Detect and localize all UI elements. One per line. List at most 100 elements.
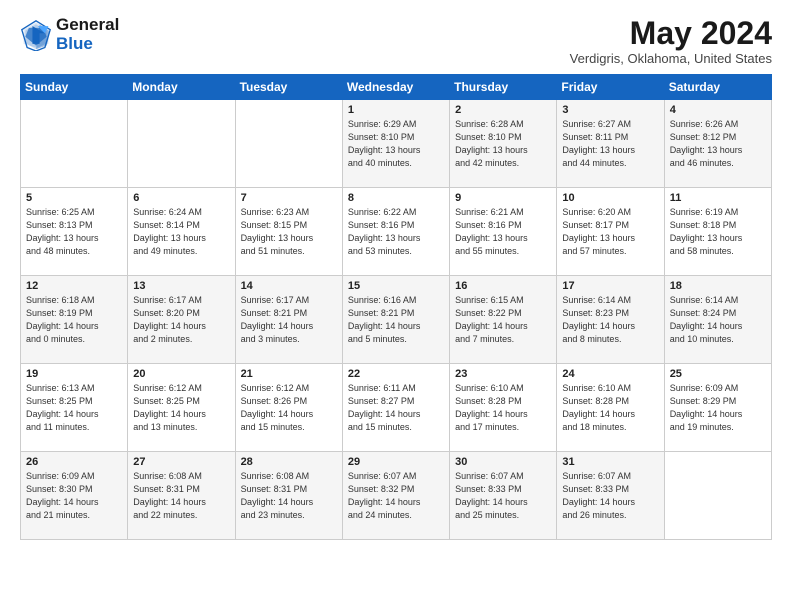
day-info: Sunrise: 6:25 AM Sunset: 8:13 PM Dayligh… bbox=[26, 206, 122, 258]
table-row: 27Sunrise: 6:08 AM Sunset: 8:31 PM Dayli… bbox=[128, 452, 235, 540]
table-row: 22Sunrise: 6:11 AM Sunset: 8:27 PM Dayli… bbox=[342, 364, 449, 452]
day-number: 5 bbox=[26, 192, 122, 204]
day-info: Sunrise: 6:13 AM Sunset: 8:25 PM Dayligh… bbox=[26, 382, 122, 434]
day-number: 31 bbox=[562, 456, 658, 468]
day-info: Sunrise: 6:07 AM Sunset: 8:33 PM Dayligh… bbox=[455, 470, 551, 522]
day-number: 7 bbox=[241, 192, 337, 204]
day-info: Sunrise: 6:22 AM Sunset: 8:16 PM Dayligh… bbox=[348, 206, 444, 258]
day-info: Sunrise: 6:12 AM Sunset: 8:25 PM Dayligh… bbox=[133, 382, 229, 434]
day-info: Sunrise: 6:07 AM Sunset: 8:32 PM Dayligh… bbox=[348, 470, 444, 522]
day-number: 29 bbox=[348, 456, 444, 468]
calendar-week-row: 12 Sunrise: 6:18 AM Sunset: 8:19 PM Dayli… bbox=[21, 276, 772, 364]
day-info: Sunrise: 6:16 AM Sunset: 8:21 PM Dayligh… bbox=[348, 294, 444, 346]
day-info: Sunrise: 6:19 AM Sunset: 8:18 PM Dayligh… bbox=[670, 206, 766, 258]
table-row: 30Sunrise: 6:07 AM Sunset: 8:33 PM Dayli… bbox=[450, 452, 557, 540]
header-friday: Friday bbox=[557, 75, 664, 100]
day-number: 25 bbox=[670, 368, 766, 380]
day-number: 10 bbox=[562, 192, 658, 204]
day-number: 28 bbox=[241, 456, 337, 468]
calendar-week-row: 26Sunrise: 6:09 AM Sunset: 8:30 PM Dayli… bbox=[21, 452, 772, 540]
table-row: 10Sunrise: 6:20 AM Sunset: 8:17 PM Dayli… bbox=[557, 188, 664, 276]
table-row: 23 Sunrise: 6:10 AM Sunset: 8:28 PM Dayli… bbox=[450, 364, 557, 452]
day-number: 9 bbox=[455, 192, 551, 204]
day-number: 23 bbox=[455, 368, 551, 380]
day-number: 8 bbox=[348, 192, 444, 204]
header-saturday: Saturday bbox=[664, 75, 771, 100]
day-number: 22 bbox=[348, 368, 444, 380]
day-number: 11 bbox=[670, 192, 766, 204]
day-number: 13 bbox=[133, 280, 229, 292]
table-row: 25 Sunrise: 6:09 AM Sunset: 8:29 PM Dayli… bbox=[664, 364, 771, 452]
day-info: Sunrise: 6:10 AM Sunset: 8:28 PM Dayligh… bbox=[455, 382, 551, 434]
day-info: Sunrise: 6:14 AM Sunset: 8:23 PM Dayligh… bbox=[562, 294, 658, 346]
table-row: 28Sunrise: 6:08 AM Sunset: 8:31 PM Dayli… bbox=[235, 452, 342, 540]
day-number: 18 bbox=[670, 280, 766, 292]
table-row: 15 Sunrise: 6:16 AM Sunset: 8:21 PM Dayli… bbox=[342, 276, 449, 364]
table-row: 16Sunrise: 6:15 AM Sunset: 8:22 PM Dayli… bbox=[450, 276, 557, 364]
header: General Blue May 2024 Verdigris, Oklahom… bbox=[20, 16, 772, 66]
day-number: 19 bbox=[26, 368, 122, 380]
header-tuesday: Tuesday bbox=[235, 75, 342, 100]
table-row: 18 Sunrise: 6:14 AM Sunset: 8:24 PM Dayli… bbox=[664, 276, 771, 364]
day-info: Sunrise: 6:17 AM Sunset: 8:21 PM Dayligh… bbox=[241, 294, 337, 346]
day-number: 24 bbox=[562, 368, 658, 380]
day-info: Sunrise: 6:12 AM Sunset: 8:26 PM Dayligh… bbox=[241, 382, 337, 434]
day-info: Sunrise: 6:18 AM Sunset: 8:19 PM Dayligh… bbox=[26, 294, 122, 346]
day-number: 2 bbox=[455, 104, 551, 116]
day-info: Sunrise: 6:09 AM Sunset: 8:30 PM Dayligh… bbox=[26, 470, 122, 522]
day-info: Sunrise: 6:07 AM Sunset: 8:33 PM Dayligh… bbox=[562, 470, 658, 522]
header-monday: Monday bbox=[128, 75, 235, 100]
header-thursday: Thursday bbox=[450, 75, 557, 100]
table-row: 29 Sunrise: 6:07 AM Sunset: 8:32 PM Dayli… bbox=[342, 452, 449, 540]
day-info: Sunrise: 6:27 AM Sunset: 8:11 PM Dayligh… bbox=[562, 118, 658, 170]
table-row bbox=[21, 100, 128, 188]
table-row: 5 Sunrise: 6:25 AM Sunset: 8:13 PM Daylig… bbox=[21, 188, 128, 276]
table-row: 17 Sunrise: 6:14 AM Sunset: 8:23 PM Dayli… bbox=[557, 276, 664, 364]
day-info: Sunrise: 6:29 AM Sunset: 8:10 PM Dayligh… bbox=[348, 118, 444, 170]
day-number: 4 bbox=[670, 104, 766, 116]
title-area: May 2024 Verdigris, Oklahoma, United Sta… bbox=[570, 16, 772, 66]
day-info: Sunrise: 6:14 AM Sunset: 8:24 PM Dayligh… bbox=[670, 294, 766, 346]
location-subtitle: Verdigris, Oklahoma, United States bbox=[570, 51, 772, 66]
day-info: Sunrise: 6:21 AM Sunset: 8:16 PM Dayligh… bbox=[455, 206, 551, 258]
table-row: 12 Sunrise: 6:18 AM Sunset: 8:19 PM Dayli… bbox=[21, 276, 128, 364]
day-number: 1 bbox=[348, 104, 444, 116]
table-row: 1 Sunrise: 6:29 AM Sunset: 8:10 PM Daylig… bbox=[342, 100, 449, 188]
calendar-page: General Blue May 2024 Verdigris, Oklahom… bbox=[0, 0, 792, 612]
table-row: 3 Sunrise: 6:27 AM Sunset: 8:11 PM Daylig… bbox=[557, 100, 664, 188]
day-number: 15 bbox=[348, 280, 444, 292]
table-row: 8 Sunrise: 6:22 AM Sunset: 8:16 PM Daylig… bbox=[342, 188, 449, 276]
table-row: 20 Sunrise: 6:12 AM Sunset: 8:25 PM Dayli… bbox=[128, 364, 235, 452]
calendar-table: Sunday Monday Tuesday Wednesday Thursday… bbox=[20, 74, 772, 540]
logo-icon bbox=[20, 19, 52, 51]
day-number: 20 bbox=[133, 368, 229, 380]
day-number: 16 bbox=[455, 280, 551, 292]
month-title: May 2024 bbox=[570, 16, 772, 51]
day-info: Sunrise: 6:10 AM Sunset: 8:28 PM Dayligh… bbox=[562, 382, 658, 434]
table-row bbox=[128, 100, 235, 188]
day-number: 12 bbox=[26, 280, 122, 292]
table-row: 31 Sunrise: 6:07 AM Sunset: 8:33 PM Dayli… bbox=[557, 452, 664, 540]
calendar-week-row: 19 Sunrise: 6:13 AM Sunset: 8:25 PM Dayli… bbox=[21, 364, 772, 452]
table-row: 4Sunrise: 6:26 AM Sunset: 8:12 PM Daylig… bbox=[664, 100, 771, 188]
calendar-week-row: 5 Sunrise: 6:25 AM Sunset: 8:13 PM Daylig… bbox=[21, 188, 772, 276]
table-row: 9 Sunrise: 6:21 AM Sunset: 8:16 PM Daylig… bbox=[450, 188, 557, 276]
logo-text: General Blue bbox=[56, 16, 119, 53]
day-number: 21 bbox=[241, 368, 337, 380]
day-info: Sunrise: 6:09 AM Sunset: 8:29 PM Dayligh… bbox=[670, 382, 766, 434]
table-row: 26Sunrise: 6:09 AM Sunset: 8:30 PM Dayli… bbox=[21, 452, 128, 540]
table-row: 11 Sunrise: 6:19 AM Sunset: 8:18 PM Dayli… bbox=[664, 188, 771, 276]
calendar-week-row: 1 Sunrise: 6:29 AM Sunset: 8:10 PM Daylig… bbox=[21, 100, 772, 188]
day-number: 3 bbox=[562, 104, 658, 116]
table-row: 19 Sunrise: 6:13 AM Sunset: 8:25 PM Dayli… bbox=[21, 364, 128, 452]
table-row: 24 Sunrise: 6:10 AM Sunset: 8:28 PM Dayli… bbox=[557, 364, 664, 452]
table-row: 13Sunrise: 6:17 AM Sunset: 8:20 PM Dayli… bbox=[128, 276, 235, 364]
day-info: Sunrise: 6:28 AM Sunset: 8:10 PM Dayligh… bbox=[455, 118, 551, 170]
table-row bbox=[235, 100, 342, 188]
day-number: 14 bbox=[241, 280, 337, 292]
logo: General Blue bbox=[20, 16, 119, 53]
table-row: 7Sunrise: 6:23 AM Sunset: 8:15 PM Daylig… bbox=[235, 188, 342, 276]
day-number: 17 bbox=[562, 280, 658, 292]
table-row: 6Sunrise: 6:24 AM Sunset: 8:14 PM Daylig… bbox=[128, 188, 235, 276]
table-row: 2 Sunrise: 6:28 AM Sunset: 8:10 PM Daylig… bbox=[450, 100, 557, 188]
